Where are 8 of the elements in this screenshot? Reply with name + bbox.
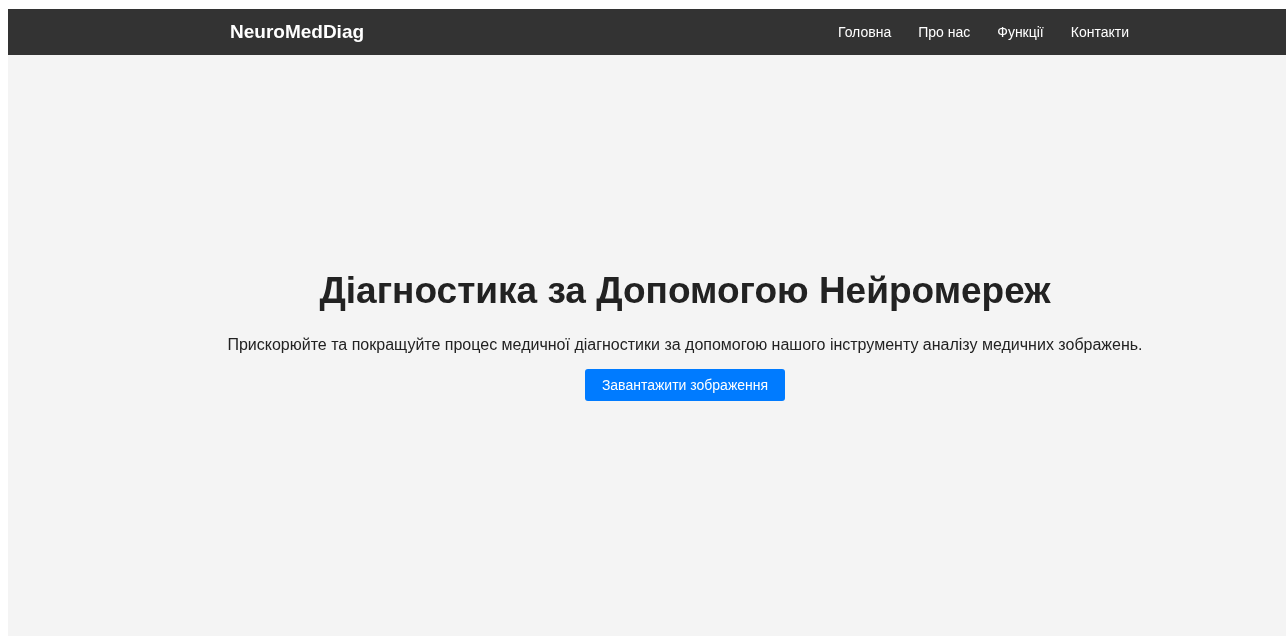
hero-title: Діагностика за Допомогою Нейромереж bbox=[319, 270, 1051, 312]
nav-link[interactable]: Про нас bbox=[918, 24, 971, 40]
nav-link[interactable]: Контакти bbox=[1070, 24, 1129, 40]
upload-button[interactable]: Завантажити зображення bbox=[585, 369, 785, 401]
nav-link[interactable]: Функції bbox=[997, 24, 1044, 40]
site-logo[interactable]: NeuroMedDiag bbox=[230, 21, 365, 43]
hero-text: Прискорюйте та покращуйте процес медичної діагностики за допомогою нашого інструменту аналізу медичних зображень. bbox=[227, 336, 1143, 354]
nav-link[interactable]: Головна bbox=[838, 24, 892, 40]
